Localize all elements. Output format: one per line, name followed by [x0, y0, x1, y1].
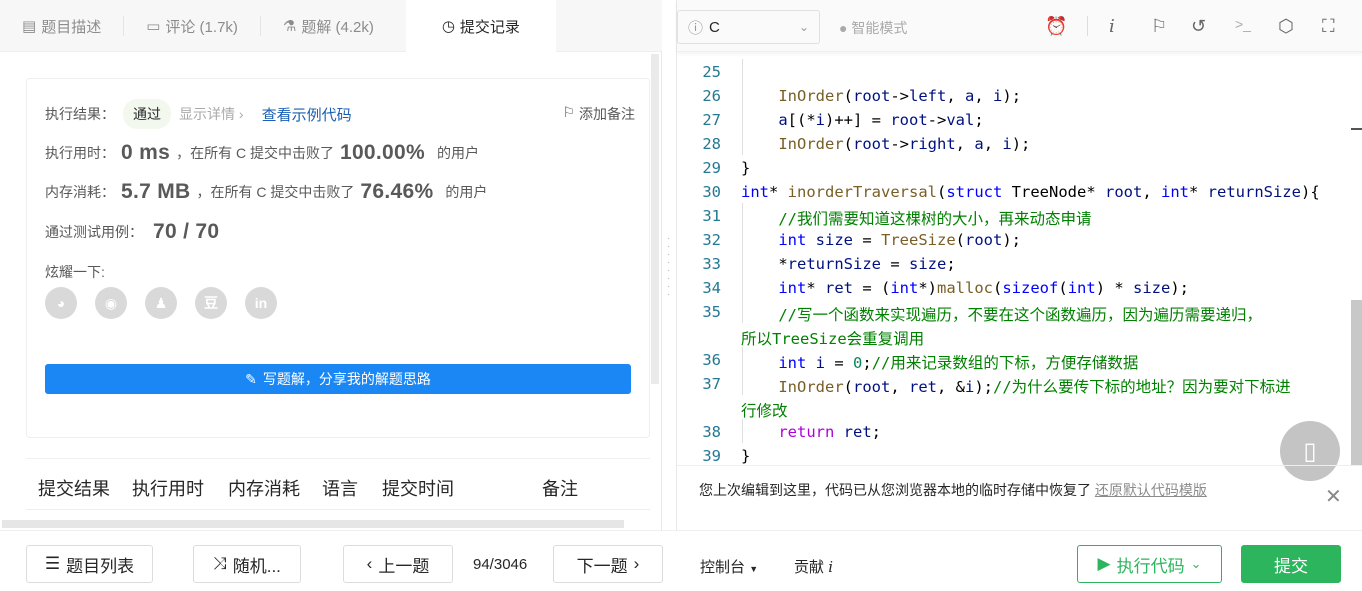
- pencil-icon: ✎: [245, 370, 257, 387]
- tab-solutions[interactable]: ⚗ 题解 (4.2k): [261, 0, 396, 52]
- sample-code-link[interactable]: 查看示例代码: [262, 104, 352, 125]
- tab-submissions[interactable]: ◷ 提交记录: [405, 0, 556, 52]
- chevron-right-icon: ›: [633, 554, 640, 573]
- shuffle-icon: ⤨: [213, 554, 227, 573]
- chevron-down-icon: ⌄: [1190, 556, 1202, 571]
- left-panel: ▤ 题目描述 ▭ 评论 (1.7k) ⚗ 题解 (4.2k) ◷ 提交记录 执行结果： …: [0, 0, 662, 530]
- code-line: InOrder(root, ret, &i);//为什么要传下标的地址？因为要对…: [778, 378, 1291, 396]
- code-line: 所以TreeSize会重复调用: [741, 330, 925, 348]
- submit-button[interactable]: 提交: [1241, 545, 1341, 583]
- code-line: }: [741, 447, 751, 465]
- chevron-left-icon: ‹: [366, 554, 373, 573]
- line-number: 37: [702, 375, 721, 393]
- line-number: 27: [702, 111, 721, 129]
- caret-down-icon: ▼: [749, 564, 759, 574]
- line-number: 30: [702, 183, 721, 201]
- line-number: 35: [702, 303, 721, 321]
- list-icon: ☰: [44, 554, 61, 573]
- editor-panel: ⓘC⌄ ● 智能模式 ⏰ i ⚐ ↺ >_ ⬡ ⛶ 242526 InOrder…: [676, 0, 1362, 530]
- close-icon[interactable]: ✕: [1325, 484, 1342, 509]
- code-editor[interactable]: 242526 InOrder(root->left, a, i);27 a[(*…: [677, 55, 1349, 465]
- editor-scrollbar[interactable]: [1351, 300, 1362, 465]
- editor-toolbar: ⓘ C ⌄ ● 智能模式 ⏰ i ⚐ ↺ >_ ⬡ ⛶: [677, 0, 1362, 52]
- qq-icon[interactable]: ♟: [145, 287, 177, 319]
- clock-icon: ◷: [441, 18, 455, 35]
- douban-icon[interactable]: 豆: [195, 287, 227, 319]
- comment-icon: ▭: [146, 18, 161, 35]
- line-number: 28: [702, 135, 721, 153]
- line-number: 33: [702, 255, 721, 273]
- code-line: //我们需要知道这棵树的大小，再来动态申请: [778, 210, 1092, 228]
- code-line: 行修改: [741, 402, 788, 420]
- bottom-bar: ☰ 题目列表 ⤨ 随机... ‹ 上一题 94/3046 下一题 › 控制台 ▼ 贡献 …: [0, 530, 1362, 591]
- code-line: return ret;: [778, 423, 882, 441]
- smart-mode-toggle[interactable]: ● 智能模式: [839, 18, 907, 38]
- alarm-clock-icon[interactable]: ⏰: [1045, 16, 1067, 37]
- restore-default-link[interactable]: 还原默认代码模版: [1095, 482, 1207, 498]
- linkedin-icon[interactable]: in: [245, 287, 277, 319]
- write-solution-button[interactable]: ✎ 写题解，分享我的解题思路: [45, 364, 631, 394]
- line-number: 32: [702, 231, 721, 249]
- tab-description[interactable]: ▤ 题目描述: [0, 0, 123, 52]
- next-button[interactable]: 下一题 ›: [553, 545, 663, 583]
- code-line: int* ret = (int*)malloc(sizeof(int) * si…: [778, 279, 1190, 297]
- contribute-button[interactable]: 贡献 i: [794, 556, 833, 577]
- problem-list-button[interactable]: ☰ 题目列表: [26, 545, 153, 583]
- wechat-icon[interactable]: ◕: [45, 287, 77, 319]
- code-line: int size = TreeSize(root);: [778, 231, 1021, 249]
- line-number: 36: [702, 351, 721, 369]
- random-button[interactable]: ⤨ 随机...: [193, 545, 301, 583]
- code-line: int* inorderTraversal(struct TreeNode* r…: [741, 183, 1320, 201]
- run-code-button[interactable]: ▶ 执行代码 ⌄: [1077, 545, 1222, 583]
- line-number: 38: [702, 423, 721, 441]
- status-badge: 通过: [123, 99, 171, 129]
- line-number: 26: [702, 87, 721, 105]
- prev-button[interactable]: ‹ 上一题: [343, 545, 453, 583]
- reset-icon[interactable]: ↺: [1191, 16, 1206, 37]
- vertical-scrollbar[interactable]: [651, 54, 659, 384]
- console-toggle[interactable]: 控制台 ▼: [700, 556, 758, 577]
- chevron-down-icon: ⌄: [798, 20, 809, 34]
- line-number: 31: [702, 207, 721, 225]
- page-counter: 94/3046: [473, 556, 528, 573]
- resize-handle[interactable]: · · · · · · · ·: [667, 234, 670, 300]
- line-number: 29: [702, 159, 721, 177]
- code-line: a[(*i)++] = root->val;: [778, 111, 984, 129]
- code-line: int i = 0;//用来记录数组的下标，方便存储数据: [778, 354, 1139, 372]
- show-details-link[interactable]: 显示详情 ›: [179, 104, 244, 124]
- fullscreen-icon[interactable]: ⛶: [1322, 16, 1335, 37]
- info-italic-icon[interactable]: i: [1109, 16, 1115, 37]
- restore-notice: 您上次编辑到这里，代码已从您浏览器本地的临时存储中恢复了 还原默认代码模版: [677, 465, 1362, 530]
- line-number: 25: [702, 63, 721, 81]
- flag-icon: ⚐: [562, 104, 575, 120]
- info-italic-icon: i: [828, 558, 833, 576]
- add-note-button[interactable]: ⚐ 添加备注: [562, 104, 635, 124]
- code-line: InOrder(root->right, a, i);: [778, 135, 1031, 153]
- code-line: InOrder(root->left, a, i);: [778, 87, 1022, 105]
- horizontal-scrollbar[interactable]: [2, 520, 624, 528]
- tab-comments[interactable]: ▭ 评论 (1.7k): [124, 0, 260, 52]
- line-number: 39: [702, 447, 721, 465]
- flag-icon[interactable]: ⚐: [1151, 16, 1167, 37]
- language-select[interactable]: ⓘ C ⌄: [677, 10, 820, 44]
- submissions-table-header: 提交结果 执行用时 内存消耗 语言 提交时间 备注: [26, 458, 650, 510]
- terminal-icon[interactable]: >_: [1235, 16, 1251, 32]
- flask-icon: ⚗: [282, 18, 297, 35]
- code-line: //写一个函数来实现遍历，不要在这个函数遍历，因为遍历需要递归，: [778, 306, 1262, 324]
- weibo-icon[interactable]: ◉: [95, 287, 127, 319]
- description-icon: ▤: [22, 18, 37, 35]
- line-number: 34: [702, 279, 721, 297]
- info-icon: ⓘ: [688, 19, 704, 37]
- code-line: }: [741, 159, 751, 177]
- settings-icon[interactable]: ⬡: [1278, 16, 1294, 37]
- bookmark-book-icon: ▯: [1303, 437, 1317, 465]
- result-card: 执行结果： 通过 显示详情 › 查看示例代码 ⚐ 添加备注 执行用时： 0 ms ，在…: [26, 78, 650, 438]
- play-icon: ▶: [1097, 554, 1111, 573]
- tab-bar: ▤ 题目描述 ▭ 评论 (1.7k) ⚗ 题解 (4.2k) ◷ 提交记录: [0, 0, 662, 52]
- code-line: *returnSize = size;: [741, 255, 956, 273]
